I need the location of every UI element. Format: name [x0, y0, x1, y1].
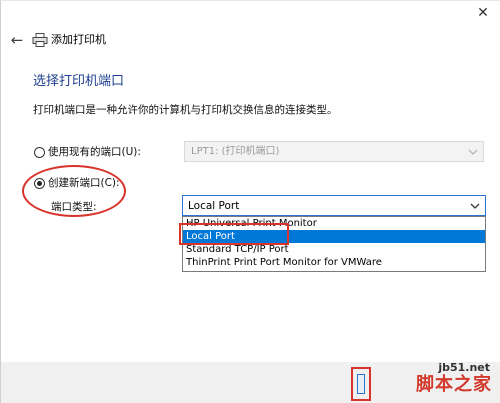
- back-arrow-icon[interactable]: ←: [7, 31, 27, 49]
- next-button[interactable]: [351, 367, 371, 401]
- chevron-down-icon: [468, 149, 478, 155]
- next-button-face: [357, 374, 365, 394]
- watermark-url: jb51.net: [438, 361, 490, 374]
- existing-port-select: LPT1: (打印机端口): [184, 141, 484, 162]
- close-icon[interactable]: ✕: [473, 5, 493, 21]
- port-type-select[interactable]: Local Port: [182, 195, 486, 216]
- watermark-brand: 脚本之家: [416, 374, 492, 395]
- page-heading: 选择打印机端口: [33, 74, 125, 89]
- chevron-down-icon: [470, 203, 480, 209]
- use-existing-port-label: 使用现有的端口(U):: [48, 146, 141, 158]
- page-description: 打印机端口是一种允许你的计算机与打印机交换信息的连接类型。: [33, 104, 338, 116]
- annotation-highlight-rect: [179, 223, 289, 245]
- existing-port-value: LPT1: (打印机端口): [191, 146, 280, 157]
- wizard-title: 添加打印机: [51, 33, 106, 46]
- dropdown-option-thinprint[interactable]: ThinPrint Print Port Monitor for VMWare: [183, 256, 485, 269]
- use-existing-port-radio[interactable]: [34, 147, 45, 158]
- port-type-value: Local Port: [188, 200, 240, 212]
- title-bar: ✕: [1, 1, 500, 31]
- port-type-label: 端口类型:: [51, 201, 97, 213]
- printer-icon: [32, 33, 48, 47]
- add-printer-wizard: ✕ ← 添加打印机 选择打印机端口 打印机端口是一种允许你的计算机与打印机交换信…: [0, 0, 500, 403]
